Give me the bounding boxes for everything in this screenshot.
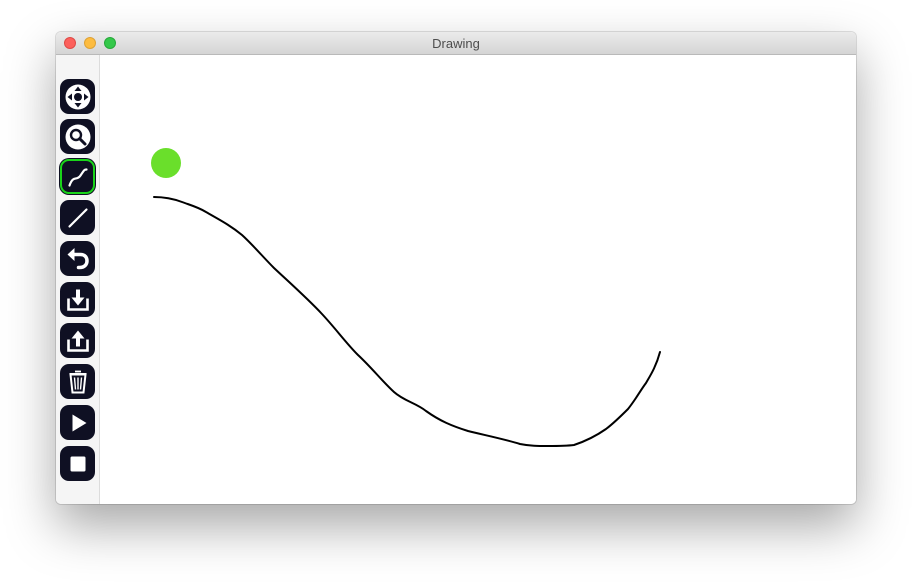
trash-icon — [68, 370, 87, 393]
stop-icon — [70, 456, 85, 471]
drawing-window: Drawing — [56, 32, 856, 504]
play-button[interactable] — [60, 405, 95, 440]
line-tool-button[interactable] — [60, 200, 95, 235]
upload-tray-icon — [66, 330, 89, 352]
move-arrows-icon — [65, 84, 90, 109]
zoom-tool-button[interactable] — [60, 119, 95, 154]
tool-palette — [56, 55, 100, 504]
export-button[interactable] — [60, 323, 95, 358]
magnifier-icon — [65, 124, 90, 149]
import-button[interactable] — [60, 282, 95, 317]
stop-button[interactable] — [60, 446, 95, 481]
title-bar[interactable]: Drawing — [56, 32, 856, 55]
window-title: Drawing — [432, 36, 480, 51]
clear-button[interactable] — [60, 364, 95, 399]
pan-tool-button[interactable] — [60, 79, 95, 114]
drawn-curve-stroke[interactable] — [153, 196, 661, 447]
download-tray-icon — [66, 289, 89, 311]
canvas-drawing-layer — [151, 148, 661, 447]
green-dot-marker[interactable] — [151, 148, 181, 178]
play-icon — [72, 414, 86, 431]
freehand-curve-icon — [67, 167, 88, 187]
undo-button[interactable] — [60, 241, 95, 276]
drawing-canvas[interactable] — [100, 55, 856, 504]
straight-line-icon — [67, 207, 88, 228]
curve-tool-button[interactable] — [60, 159, 95, 194]
undo-arrow-icon — [67, 247, 89, 269]
